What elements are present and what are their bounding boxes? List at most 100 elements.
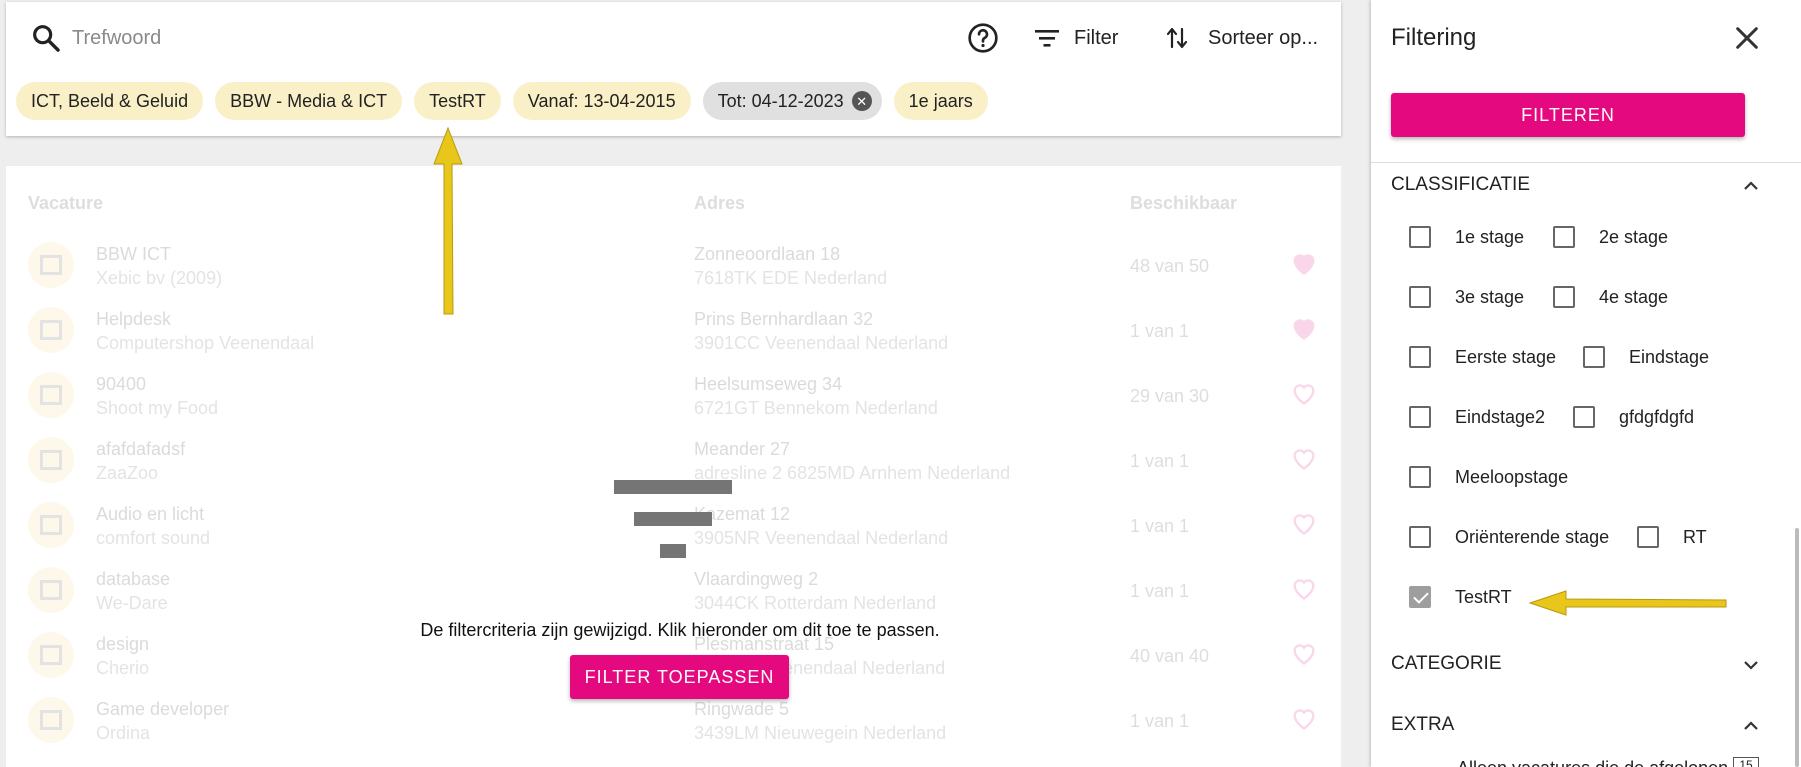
- heart-icon[interactable]: [1290, 575, 1318, 601]
- chip-ict-beeld-geluid[interactable]: ICT, Beeld & Geluid: [16, 82, 204, 120]
- chevron-up-icon[interactable]: [1741, 716, 1761, 736]
- chip-1e-jaars[interactable]: 1e jaars: [893, 82, 988, 120]
- checkbox-label: Eindstage: [1629, 346, 1710, 367]
- heart-icon[interactable]: [1290, 250, 1318, 276]
- heart-icon[interactable]: [1290, 510, 1318, 536]
- search-icon[interactable]: [30, 22, 62, 54]
- filter-changed-message: De filtercriteria zijn gewijzigd. Klik h…: [420, 620, 940, 640]
- checkbox-box[interactable]: [1583, 346, 1605, 368]
- company-avatar-icon: [28, 437, 74, 483]
- company-avatar-icon: [28, 307, 74, 353]
- checkbox-box[interactable]: [1409, 346, 1431, 368]
- filter-icon: [1035, 30, 1059, 47]
- column-header-beschikbaar[interactable]: Beschikbaar: [1130, 193, 1237, 214]
- panel-title: Filtering: [1391, 24, 1477, 51]
- checkbox-box[interactable]: [1553, 226, 1575, 248]
- section-classificatie[interactable]: CLASSIFICATIE: [1391, 174, 1761, 196]
- chip-label: BBW - Media & ICT: [230, 90, 388, 111]
- checkbox-eindstage2[interactable]: Eindstage2: [1409, 406, 1545, 428]
- apply-filter-button[interactable]: FILTER TOEPASSEN: [570, 655, 789, 699]
- chip-tot[interactable]: Tot: 04-12-2023 ✕: [702, 82, 882, 120]
- checkbox-label: 2e stage: [1599, 226, 1669, 247]
- address-city: 3044CK Rotterdam Nederland: [694, 593, 937, 613]
- checkbox-eerste-stage[interactable]: Eerste stage: [1409, 346, 1556, 368]
- company-avatar-icon: [28, 697, 74, 743]
- checkbox-box[interactable]: [1553, 286, 1575, 308]
- heart-icon[interactable]: [1290, 705, 1318, 731]
- company-name: Shoot my Food: [96, 398, 219, 418]
- section-extra[interactable]: EXTRA: [1391, 714, 1761, 736]
- checkbox-ori-nterende-stage[interactable]: Oriënterende stage: [1409, 526, 1609, 548]
- checkbox-3e-stage[interactable]: 3e stage: [1409, 286, 1524, 308]
- heart-icon[interactable]: [1290, 640, 1318, 666]
- section-categorie[interactable]: CATEGORIE: [1391, 653, 1761, 675]
- filter-button[interactable]: Filter: [1034, 16, 1118, 60]
- company-avatar-icon: [28, 632, 74, 678]
- column-header-adres[interactable]: Adres: [694, 193, 745, 214]
- vacancy-title: Audio en licht: [96, 504, 205, 524]
- checkbox-box[interactable]: [1409, 406, 1431, 428]
- chevron-up-icon[interactable]: [1741, 176, 1761, 196]
- chip-remove-icon[interactable]: ✕: [851, 91, 872, 111]
- section-categorie-label: CATEGORIE: [1391, 653, 1502, 674]
- address-line: Ringwade 5: [694, 699, 790, 719]
- availability: 1 van 1: [1130, 516, 1190, 536]
- filter-changed-icon: [614, 480, 732, 558]
- company-name: Ordina: [96, 723, 151, 743]
- checkbox-box[interactable]: [1409, 286, 1431, 308]
- help-icon[interactable]: [967, 22, 999, 54]
- chip-label: Vanaf: 13-04-2015: [527, 90, 676, 111]
- availability: 1 van 1: [1130, 451, 1190, 471]
- chip-bbw-media-ict[interactable]: BBW - Media & ICT: [215, 82, 403, 120]
- heart-icon[interactable]: [1290, 445, 1318, 471]
- search-filter-bar: Filter Sorteer op... ICT, Beeld & Geluid…: [6, 2, 1341, 136]
- table-row[interactable]: 90400 Shoot my Food Heelsumseweg 34 6721GT …: [6, 362, 1341, 427]
- checkbox-eindstage[interactable]: Eindstage: [1583, 346, 1709, 368]
- company-avatar-icon: [28, 567, 74, 613]
- vacancy-title: design: [96, 634, 150, 654]
- address-line: Prins Bernhardlaan 32: [694, 309, 874, 329]
- column-header-vacature[interactable]: Vacature: [28, 193, 103, 214]
- checkbox-meeloopstage[interactable]: Meeloopstage: [1409, 466, 1568, 488]
- checkbox-box[interactable]: [1409, 226, 1431, 248]
- company-name: Computershop Veenendaal: [96, 333, 315, 353]
- sort-label: Sorteer op...: [1208, 26, 1319, 49]
- address-line: Vlaardingweg 2: [694, 569, 819, 589]
- chip-label: 1e jaars: [908, 90, 973, 111]
- panel-divider: [1371, 162, 1801, 163]
- checkbox-label: Meeloopstage: [1455, 466, 1569, 487]
- checkbox-label: TestRT: [1455, 586, 1512, 607]
- filteren-button[interactable]: FILTEREN: [1391, 93, 1745, 137]
- checkbox-1e-stage[interactable]: 1e stage: [1409, 226, 1524, 248]
- table-row[interactable]: BBW ICT Xebic bv (2009) Zonneoordlaan 18 76…: [6, 232, 1341, 297]
- checkbox-gfdgfdgfd[interactable]: gfdgfdgfd: [1573, 406, 1694, 428]
- address-line: Zonneoordlaan 18: [694, 244, 841, 264]
- heart-icon[interactable]: [1290, 380, 1318, 406]
- chip-label: Tot: 04-12-2023: [717, 90, 844, 111]
- address-city: 3901CC Veenendaal Nederland: [694, 333, 949, 353]
- checkbox-box[interactable]: [1409, 466, 1431, 488]
- checkbox-4e-stage[interactable]: 4e stage: [1553, 286, 1668, 308]
- heart-icon[interactable]: [1290, 315, 1318, 341]
- vacancy-title: Game developer: [96, 699, 230, 719]
- search-input[interactable]: [72, 16, 832, 60]
- extra-days-input[interactable]: 15: [1733, 757, 1759, 767]
- checkbox-rt[interactable]: RT: [1637, 526, 1707, 548]
- chip-label: ICT, Beeld & Geluid: [31, 90, 189, 111]
- checkbox-box[interactable]: [1409, 586, 1431, 608]
- checkbox-box[interactable]: [1637, 526, 1659, 548]
- checkbox-label: Oriënterende stage: [1455, 526, 1610, 547]
- chevron-down-icon[interactable]: [1741, 655, 1761, 675]
- panel-scrollbar[interactable]: [1795, 528, 1799, 767]
- checkbox-box[interactable]: [1573, 406, 1595, 428]
- checkbox-2e-stage[interactable]: 2e stage: [1553, 226, 1668, 248]
- chip-vanaf[interactable]: Vanaf: 13-04-2015: [512, 82, 691, 120]
- chip-testrt[interactable]: TestRT: [414, 82, 501, 120]
- sort-button[interactable]: Sorteer op...: [1166, 16, 1318, 60]
- checkbox-box[interactable]: [1409, 526, 1431, 548]
- company-name: We-Dare: [96, 593, 168, 613]
- table-row[interactable]: Helpdesk Computershop Veenendaal Prins Ber…: [6, 297, 1341, 362]
- checkbox-testrt[interactable]: TestRT: [1409, 586, 1512, 608]
- close-icon[interactable]: [1731, 22, 1763, 54]
- availability: 1 van 1: [1130, 321, 1190, 341]
